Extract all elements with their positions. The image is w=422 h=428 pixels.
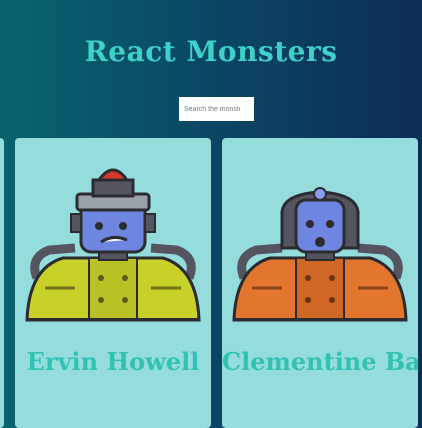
monster-name: Clementine Bauch bbox=[222, 347, 418, 376]
app-title: React Monsters bbox=[84, 35, 338, 68]
search-input[interactable] bbox=[179, 97, 254, 121]
monster-card-partial[interactable] bbox=[0, 138, 4, 428]
monster-name: Ervin Howell bbox=[26, 347, 200, 376]
monster-robot-image bbox=[25, 168, 201, 322]
monster-robot-image bbox=[232, 187, 408, 322]
monster-card[interactable]: Clementine Bauch bbox=[222, 138, 418, 428]
monster-card[interactable]: Ervin Howell bbox=[15, 138, 211, 428]
